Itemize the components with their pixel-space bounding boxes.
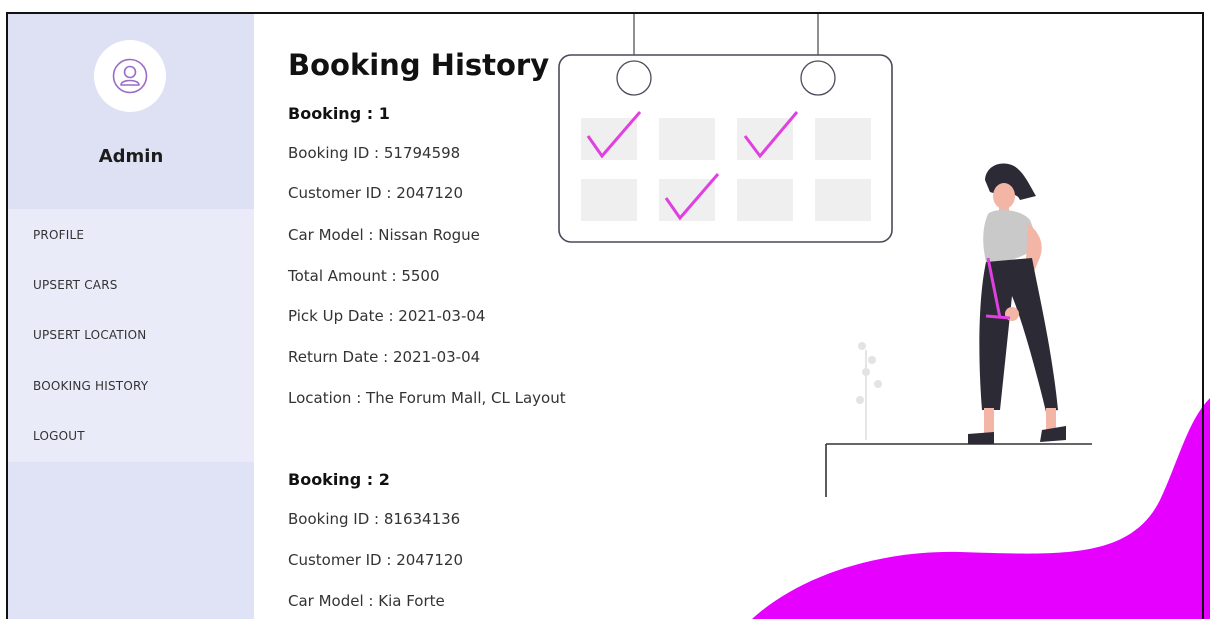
booking-id: Booking ID : 81634136	[288, 510, 461, 528]
window-border	[6, 12, 1204, 14]
window-border	[0, 0, 8, 619]
window-border	[1202, 12, 1204, 619]
page-title: Booking History	[288, 48, 550, 82]
booking-heading: Booking : 2	[288, 470, 390, 489]
sidebar-item-booking-history[interactable]: BOOKING HISTORY	[33, 379, 148, 393]
booking-heading: Booking : 1	[288, 104, 390, 123]
user-icon	[112, 58, 148, 94]
return-date: Return Date : 2021-03-04	[288, 348, 481, 366]
sidebar-menu: PROFILE UPSERT CARS UPSERT LOCATION BOOK…	[8, 209, 254, 462]
booking-id: Booking ID : 51794598	[288, 144, 461, 162]
location: Location : The Forum Mall, CL Layout	[288, 389, 566, 407]
total-amount: Total Amount : 5500	[288, 267, 440, 285]
sidebar-item-logout[interactable]: LOGOUT	[33, 429, 85, 443]
customer-id: Customer ID : 2047120	[288, 184, 463, 202]
pick-up-date: Pick Up Date : 2021-03-04	[288, 307, 486, 325]
avatar[interactable]	[94, 40, 166, 112]
sidebar-item-profile[interactable]: PROFILE	[33, 228, 84, 242]
customer-id: Customer ID : 2047120	[288, 551, 463, 569]
car-model: Car Model : Nissan Rogue	[288, 226, 480, 244]
sidebar: Admin PROFILE UPSERT CARS UPSERT LOCATIO…	[8, 14, 254, 619]
app-window: Admin PROFILE UPSERT CARS UPSERT LOCATIO…	[0, 0, 1210, 619]
admin-name: Admin	[98, 146, 164, 167]
sidebar-item-upsert-location[interactable]: UPSERT LOCATION	[33, 328, 146, 342]
sidebar-item-upsert-cars[interactable]: UPSERT CARS	[33, 278, 118, 292]
profile-block: Admin	[8, 14, 254, 209]
car-model: Car Model : Kia Forte	[288, 592, 445, 610]
